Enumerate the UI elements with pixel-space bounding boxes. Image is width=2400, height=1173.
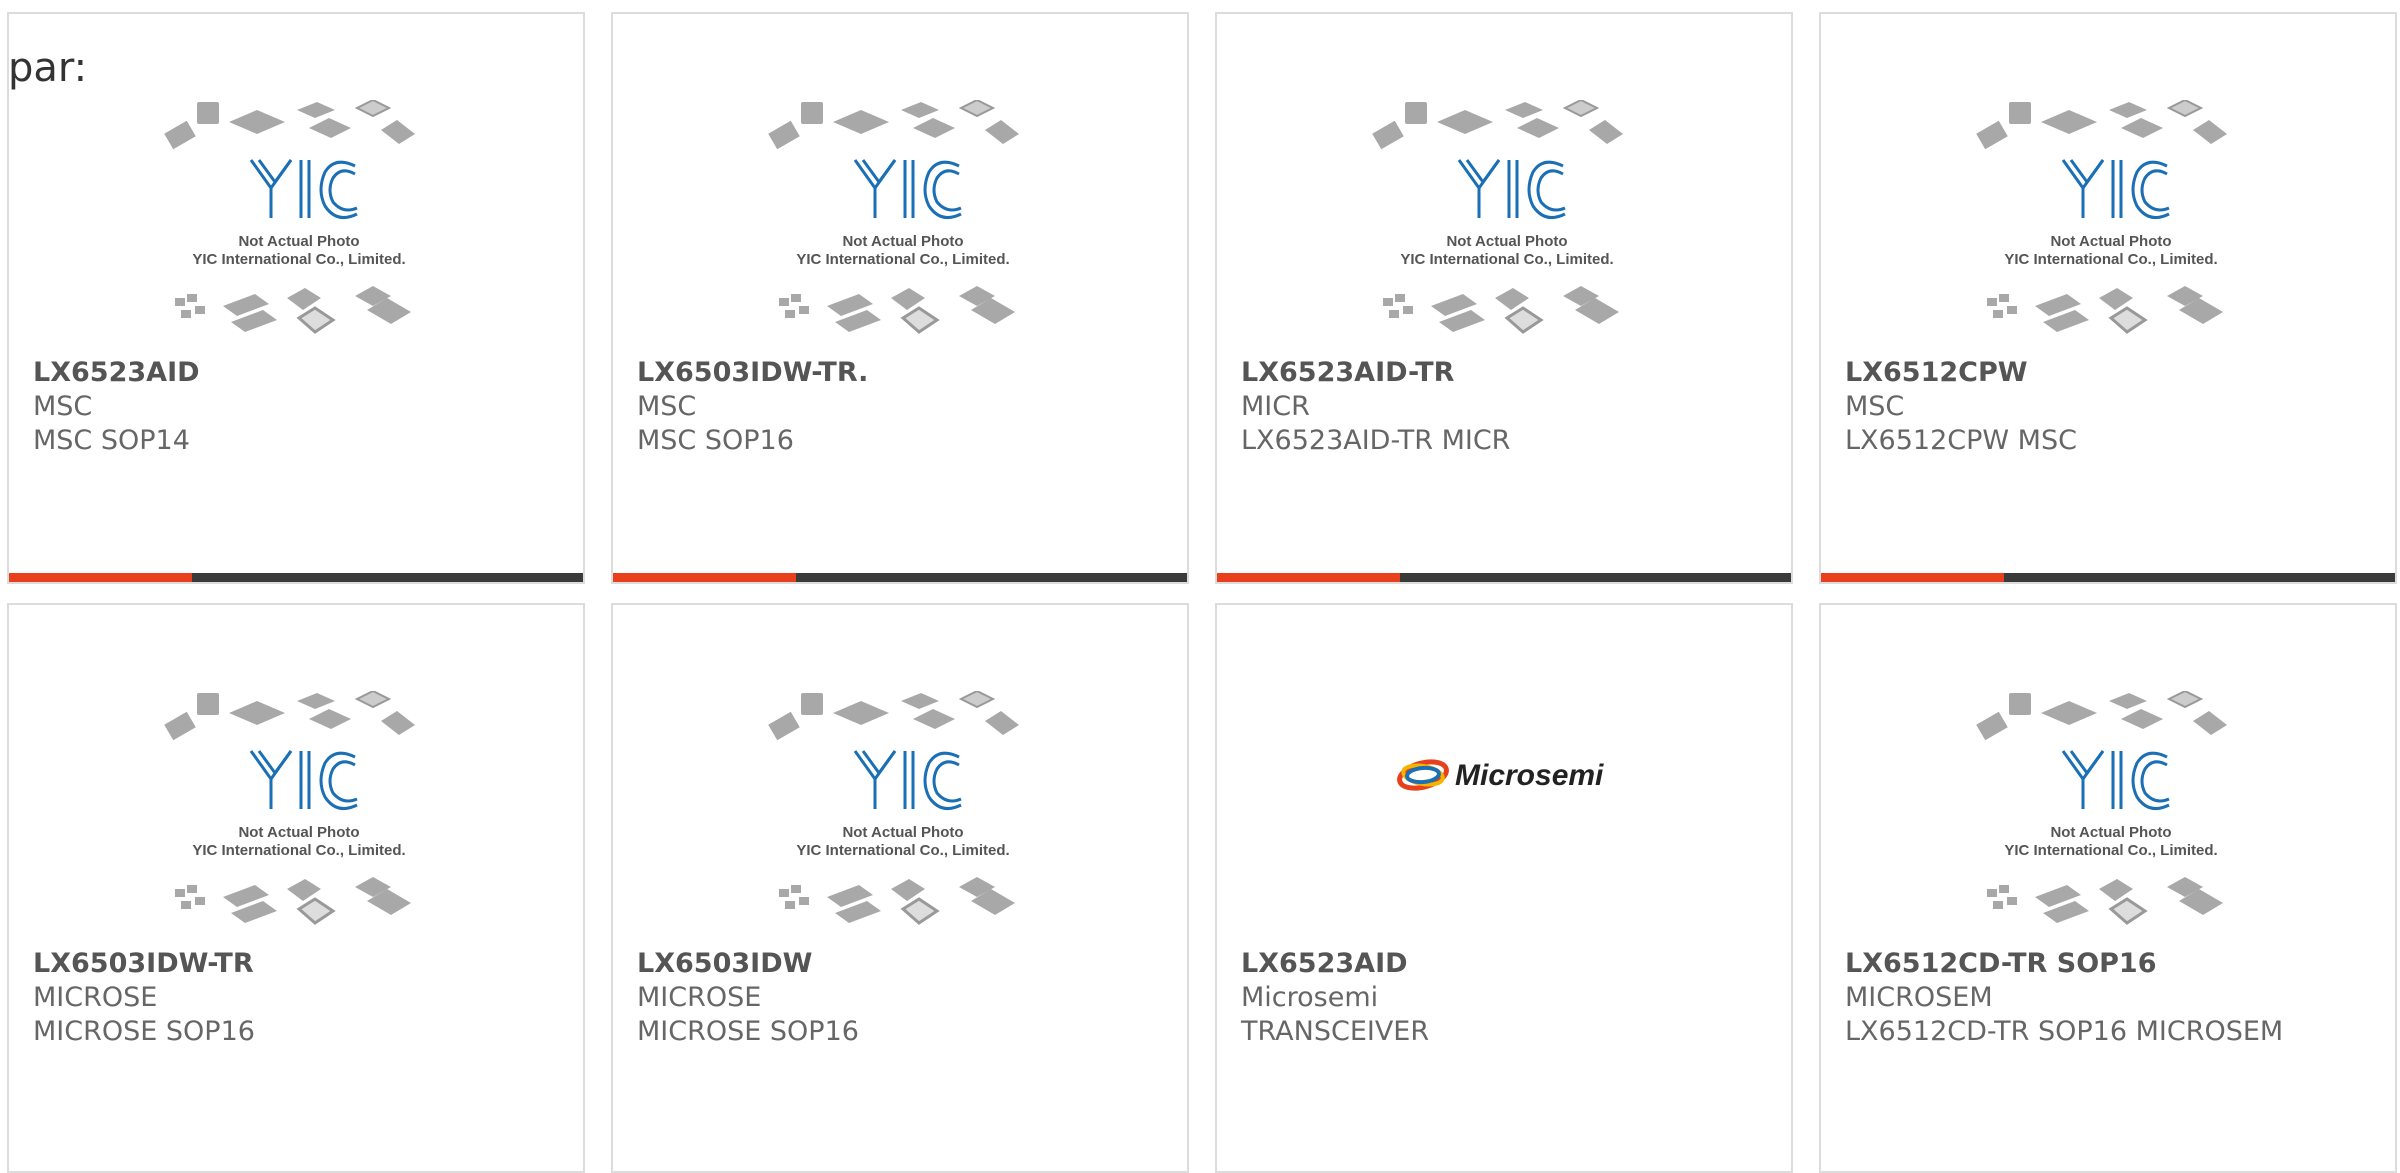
card-footer-bar: [613, 573, 1187, 582]
placeholder-line2: YIC International Co., Limited.: [2004, 842, 2217, 859]
chip-icons-bottom: [175, 286, 411, 334]
placeholder-line2: YIC International Co., Limited.: [796, 842, 1009, 859]
chip-icons-top: [1976, 100, 2227, 150]
yic-logo: [2061, 159, 2170, 220]
chip-icons-bottom: [779, 877, 1015, 925]
description: TRANSCEIVER: [1241, 1016, 1430, 1047]
product-card[interactable]: Not Actual Photo YIC International Co., …: [1819, 603, 2397, 1173]
yic-logo: [249, 159, 358, 220]
placeholder-line1: Not Actual Photo: [238, 233, 359, 250]
placeholder-line1: Not Actual Photo: [842, 233, 963, 250]
card-accent: [613, 573, 796, 582]
chip-icons-bottom: [779, 286, 1015, 334]
chip-icons-top: [164, 691, 415, 741]
product-card[interactable]: Not Actual Photo YIC International Co., …: [1215, 12, 1793, 584]
product-image[interactable]: Not Actual Photo YIC International Co., …: [1367, 100, 1647, 356]
chip-icons-top: [1976, 691, 2227, 741]
yic-logo: [2061, 750, 2170, 811]
part-number[interactable]: LX6512CD-TR SOP16: [1845, 947, 2379, 981]
page-label: par:: [8, 45, 88, 91]
part-number[interactable]: LX6523AID: [1241, 947, 1775, 981]
placeholder-line2: YIC International Co., Limited.: [1400, 251, 1613, 268]
part-number[interactable]: LX6503IDW-TR: [33, 947, 567, 981]
description: MSC SOP16: [637, 425, 794, 456]
chip-icons-bottom: [1987, 286, 2223, 334]
part-number[interactable]: LX6503IDW: [637, 947, 1171, 981]
card-footer-bar: [1217, 573, 1791, 582]
card-accent: [1821, 573, 2004, 582]
description: LX6512CD-TR SOP16 MICROSEM: [1845, 1016, 2284, 1047]
placeholder-line1: Not Actual Photo: [1446, 233, 1567, 250]
description: LX6523AID-TR MICR: [1241, 425, 1511, 456]
manufacturer: MICROSE: [33, 982, 158, 1013]
manufacturer: MICROSEM: [1845, 982, 1993, 1013]
placeholder-line1: Not Actual Photo: [2050, 824, 2171, 841]
manufacturer: MSC: [33, 391, 93, 422]
chip-icons-bottom: [1987, 877, 2223, 925]
description: MSC SOP14: [33, 425, 190, 456]
chip-icons-top: [164, 100, 415, 150]
yic-logo: [853, 159, 962, 220]
product-image[interactable]: Not Actual Photo YIC International Co., …: [159, 691, 439, 947]
chip-icons-bottom: [175, 877, 411, 925]
placeholder-line1: Not Actual Photo: [842, 824, 963, 841]
product-card[interactable]: Microsemi LX6523AID Microsemi TRANSCEIVE…: [1215, 603, 1793, 1173]
product-card[interactable]: Not Actual Photo YIC International Co., …: [7, 603, 585, 1173]
card-footer-bar: [9, 573, 583, 582]
yic-logo: [853, 750, 962, 811]
product-image[interactable]: Not Actual Photo YIC International Co., …: [763, 691, 1043, 947]
card-accent: [9, 573, 192, 582]
product-card[interactable]: Not Actual Photo YIC International Co., …: [611, 603, 1189, 1173]
placeholder-line2: YIC International Co., Limited.: [192, 842, 405, 859]
microsemi-swirl-icon: [1397, 759, 1449, 791]
product-image[interactable]: Not Actual Photo YIC International Co., …: [1971, 691, 2251, 947]
placeholder-line2: YIC International Co., Limited.: [192, 251, 405, 268]
card-accent: [1217, 573, 1400, 582]
description: MICROSE SOP16: [33, 1016, 255, 1047]
description: LX6512CPW MSC: [1845, 425, 2077, 456]
placeholder-line1: Not Actual Photo: [2050, 233, 2171, 250]
chip-icons-bottom: [1383, 286, 1619, 334]
part-number[interactable]: LX6523AID: [33, 356, 567, 390]
part-number[interactable]: LX6503IDW-TR.: [637, 356, 1171, 390]
yic-logo: [1457, 159, 1566, 220]
manufacturer: MSC: [637, 391, 697, 422]
part-number[interactable]: LX6523AID-TR: [1241, 356, 1775, 390]
description: MICROSE SOP16: [637, 1016, 859, 1047]
yic-logo: [249, 750, 358, 811]
chip-icons-top: [768, 691, 1019, 741]
microsemi-logo[interactable]: Microsemi: [1397, 745, 1617, 805]
placeholder-line2: YIC International Co., Limited.: [2004, 251, 2217, 268]
product-image[interactable]: Not Actual Photo YIC International Co., …: [763, 100, 1043, 356]
manufacturer: Microsemi: [1241, 982, 1379, 1013]
product-card[interactable]: Not Actual Photo YIC International Co., …: [7, 12, 585, 584]
card-footer-bar: [1821, 573, 2395, 582]
placeholder-line2: YIC International Co., Limited.: [796, 251, 1009, 268]
chip-icons-top: [1372, 100, 1623, 150]
product-image[interactable]: Not Actual Photo YIC International Co., …: [1971, 100, 2251, 356]
placeholder-line1: Not Actual Photo: [238, 824, 359, 841]
product-image[interactable]: Not Actual Photo YIC International Co., …: [159, 100, 439, 356]
manufacturer: MSC: [1845, 391, 1905, 422]
product-card[interactable]: Not Actual Photo YIC International Co., …: [611, 12, 1189, 584]
manufacturer: MICR: [1241, 391, 1310, 422]
part-number[interactable]: LX6512CPW: [1845, 356, 2379, 390]
product-card[interactable]: Not Actual Photo YIC International Co., …: [1819, 12, 2397, 584]
chip-icons-top: [768, 100, 1019, 150]
manufacturer: MICROSE: [637, 982, 762, 1013]
microsemi-wordmark: Microsemi: [1455, 759, 1604, 792]
